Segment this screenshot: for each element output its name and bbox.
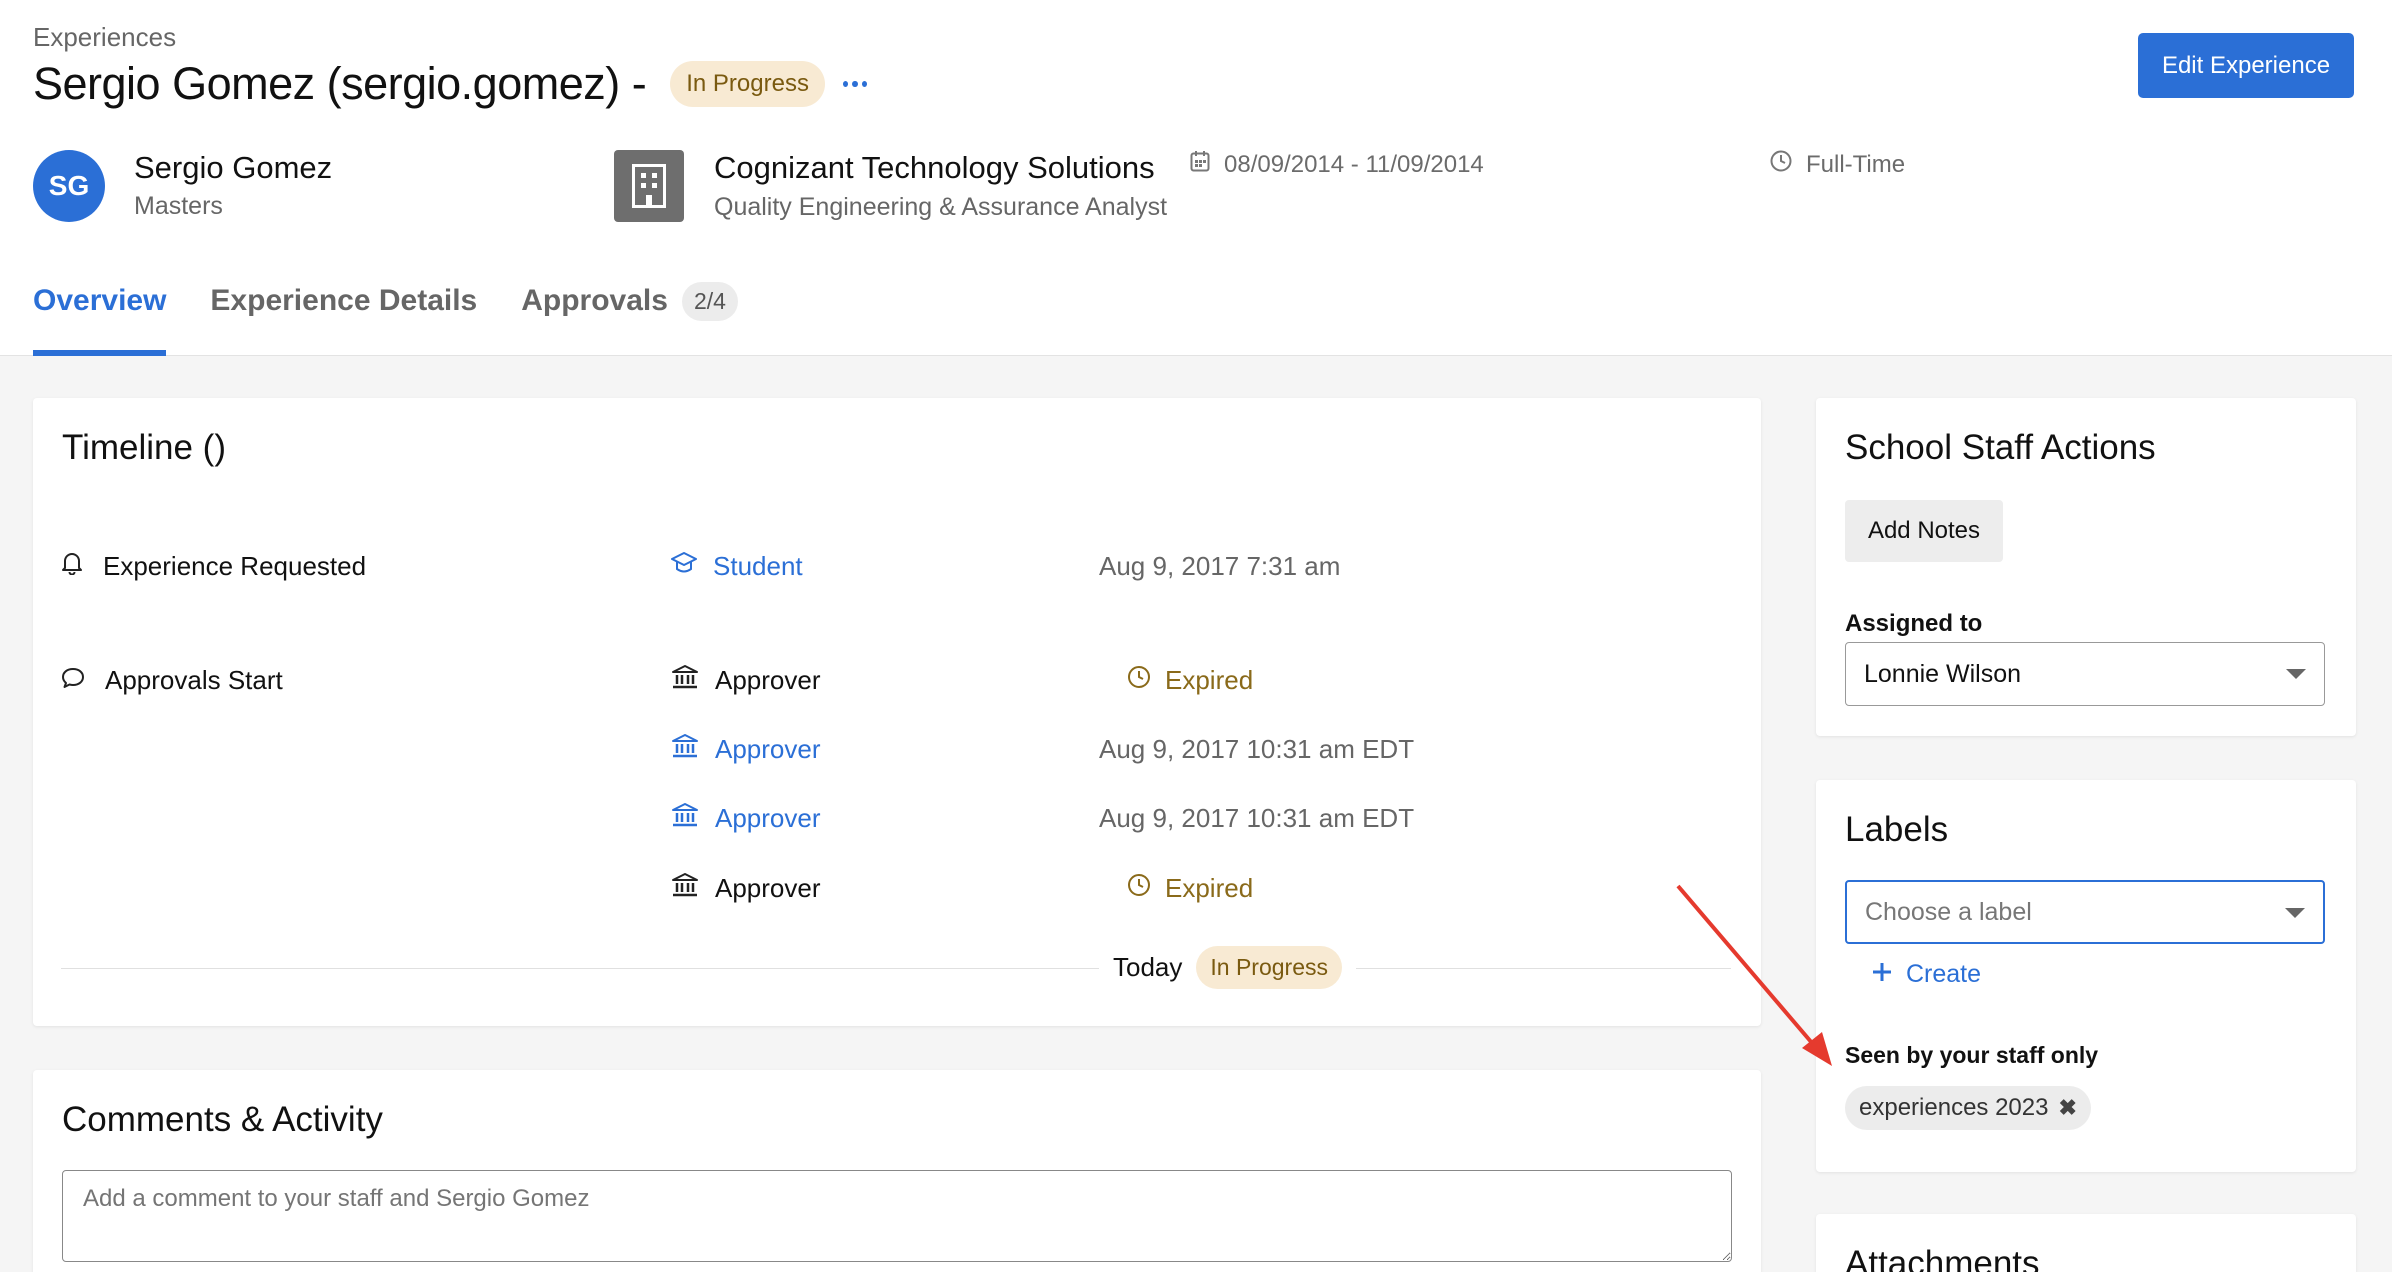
timeline-actor-link[interactable]: Student [671, 550, 803, 583]
bell-icon [61, 551, 83, 582]
edit-experience-button[interactable]: Edit Experience [2138, 33, 2354, 98]
breadcrumb[interactable]: Experiences [33, 22, 176, 53]
timeline-event: Experience Requested [61, 551, 366, 582]
timeline-row: Approver Aug 9, 2017 10:31 am EDT [33, 729, 1761, 769]
plus-icon [1872, 960, 1892, 989]
label-select-placeholder: Choose a label [1865, 897, 2032, 926]
staff-actions-title: School Staff Actions [1845, 428, 2156, 467]
timeline-row: Experience Requested Student Aug 9, 2017… [33, 546, 1761, 586]
student-degree: Masters [134, 192, 223, 220]
timeline-title: Timeline () [62, 428, 226, 467]
timeline-actor: Approver [671, 872, 821, 905]
timeline-event: Approvals Start [61, 665, 283, 696]
employment-type-text: Full-Time [1806, 150, 1906, 178]
comments-title: Comments & Activity [62, 1100, 383, 1139]
comment-input[interactable] [62, 1170, 1732, 1262]
tab-label: Experience Details [210, 284, 478, 317]
assigned-to-select[interactable]: Lonnie Wilson [1845, 642, 2325, 706]
chevron-down-icon [2285, 908, 2305, 918]
label-tag-text: experiences 2023 [1859, 1094, 2049, 1121]
actor-label: Approver [715, 664, 821, 695]
tab-label: Approvals [521, 284, 668, 317]
label-tag: experiences 2023 ✖ [1845, 1086, 2091, 1130]
page-title: Sergio Gomez (sergio.gomez) - [33, 58, 647, 109]
seen-by-staff-label: Seen by your staff only [1845, 1042, 2099, 1068]
timeline-card: Timeline () Experience Requested Student… [33, 398, 1761, 1026]
tab-label: Overview [33, 284, 167, 317]
actor-label: Approver [715, 733, 821, 764]
actor-label: Approver [715, 872, 821, 903]
student-name: Sergio Gomez [134, 150, 333, 185]
institution-icon [671, 664, 699, 697]
labels-card: Labels Choose a label Create Seen by you… [1816, 780, 2356, 1172]
add-notes-button[interactable]: Add Notes [1845, 500, 2003, 562]
timeline-timestamp: Aug 9, 2017 10:31 am EDT [1099, 733, 1415, 764]
status-badge: In Progress [1196, 946, 1342, 989]
status-badge: In Progress [670, 61, 825, 107]
assigned-to-label: Assigned to [1845, 610, 1983, 637]
comment-icon [61, 665, 85, 696]
institution-icon [671, 872, 699, 905]
calendar-icon [1190, 150, 1210, 179]
dates-text: 08/09/2014 - 11/09/2014 [1224, 150, 1484, 178]
label-select[interactable]: Choose a label [1845, 880, 2325, 944]
event-label: Experience Requested [103, 550, 367, 581]
tab-overview[interactable]: Overview [33, 284, 167, 356]
employment-type: Full-Time [1770, 150, 1905, 179]
event-label: Approvals Start [105, 664, 283, 695]
title-row: Sergio Gomez (sergio.gomez) - In Progres… [33, 58, 867, 110]
clock-icon [1127, 665, 1151, 696]
actor-label: Approver [715, 802, 821, 833]
tab-bar: Overview Experience Details Approvals 2/4 [33, 282, 738, 356]
create-label-text: Create [1906, 960, 1982, 988]
timeline-actor: Approver [671, 664, 821, 697]
expired-label: Expired [1165, 664, 1254, 695]
today-marker: Today In Progress [1099, 946, 1356, 989]
clock-icon [1127, 873, 1151, 904]
institution-icon [671, 802, 699, 835]
today-label: Today [1113, 952, 1183, 982]
today-divider [61, 968, 1731, 969]
building-icon [614, 150, 684, 222]
page-header: Experiences Sergio Gomez (sergio.gomez) … [0, 0, 2392, 356]
timeline-actor-link[interactable]: Approver [671, 802, 821, 835]
timeline-timestamp: Aug 9, 2017 7:31 am [1099, 550, 1341, 581]
tab-experience-details[interactable]: Experience Details [210, 284, 477, 356]
clock-icon [1770, 150, 1792, 179]
assigned-to-value: Lonnie Wilson [1864, 659, 2022, 688]
job-title: Quality Engineering & Assurance Analyst [714, 193, 1168, 221]
graduation-cap-icon [671, 550, 697, 583]
avatar: SG [33, 150, 105, 222]
approvals-count-badge: 2/4 [681, 282, 738, 321]
timeline-row: Approvals Start Approver Expired [33, 660, 1761, 700]
close-icon[interactable]: ✖ [2058, 1095, 2076, 1121]
comments-card: Comments & Activity [33, 1070, 1761, 1272]
timeline-row: Approver Aug 9, 2017 10:31 am EDT [33, 798, 1761, 838]
actor-label: Student [713, 550, 803, 581]
experience-dates: 08/09/2014 - 11/09/2014 [1190, 150, 1484, 179]
expired-label: Expired [1165, 872, 1254, 903]
company-name: Cognizant Technology Solutions [714, 150, 1155, 185]
timeline-row: Approver Expired [33, 868, 1761, 908]
attachments-title: Attachments [1845, 1244, 2040, 1272]
staff-actions-card: School Staff Actions Add Notes Assigned … [1816, 398, 2356, 736]
timeline-expired-status: Expired [1127, 873, 1253, 904]
attachments-card: Attachments [1816, 1214, 2356, 1272]
timeline-actor-link[interactable]: Approver [671, 733, 821, 766]
timeline-expired-status: Expired [1127, 665, 1253, 696]
institution-icon [671, 733, 699, 766]
chevron-down-icon [2286, 669, 2306, 679]
more-options-icon[interactable] [842, 79, 867, 89]
labels-title: Labels [1845, 810, 1949, 849]
create-label-link[interactable]: Create [1872, 960, 1981, 989]
tab-approvals[interactable]: Approvals 2/4 [521, 282, 738, 356]
timeline-timestamp: Aug 9, 2017 10:31 am EDT [1099, 802, 1415, 833]
